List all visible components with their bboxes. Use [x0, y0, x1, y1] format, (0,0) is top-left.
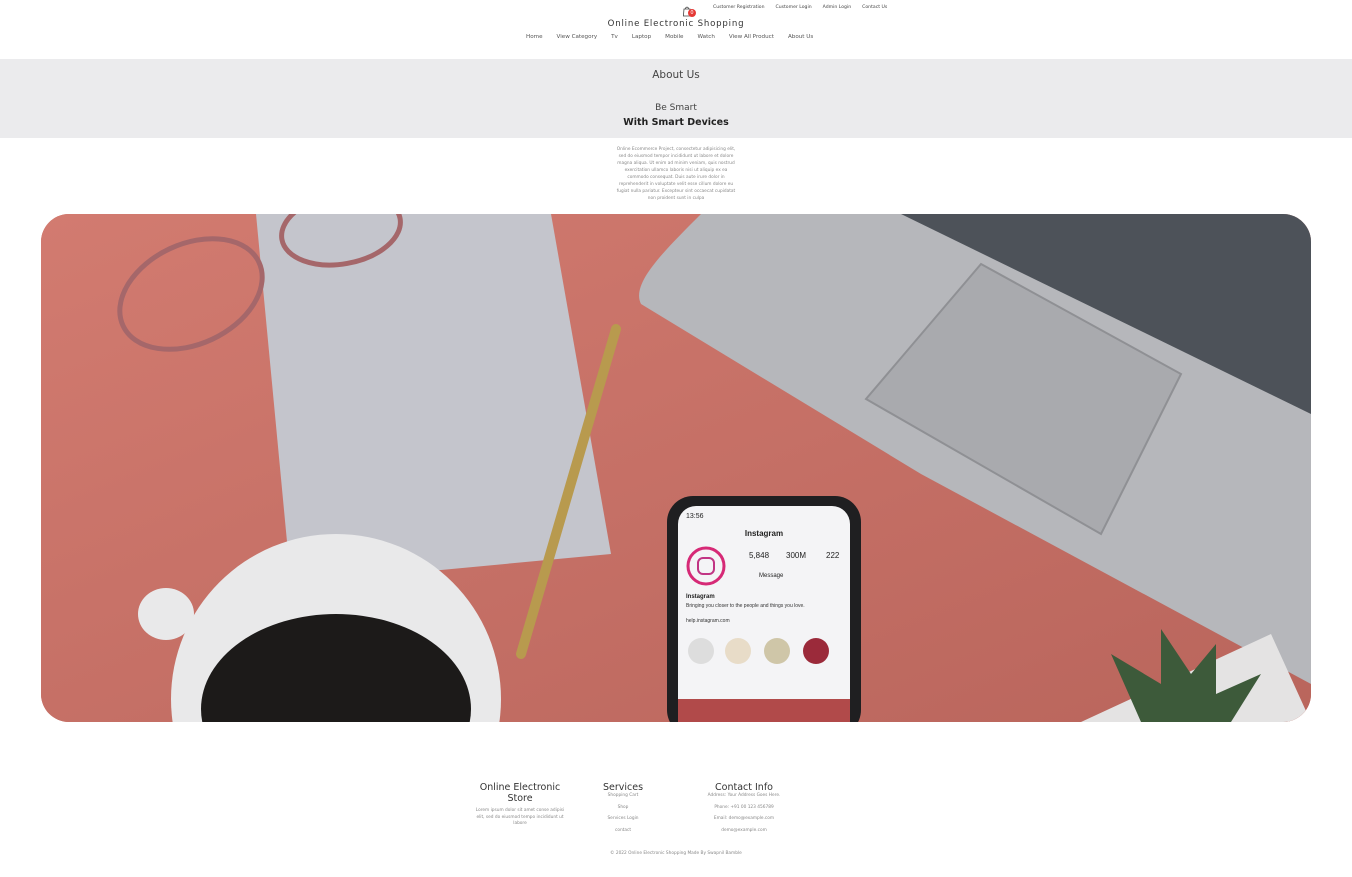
footer-link-contact[interactable]: contact	[598, 828, 648, 835]
footer-link-shopping-cart[interactable]: Shopping Cart	[598, 793, 648, 800]
nav-home[interactable]: Home	[526, 34, 543, 40]
phone-link: help.instagram.com	[686, 618, 730, 624]
nav-mobile[interactable]: Mobile	[665, 34, 683, 40]
nav-view-category[interactable]: View Category	[557, 34, 598, 40]
nav-tv[interactable]: Tv	[611, 34, 618, 40]
phone-following: 222	[826, 551, 840, 560]
phone-followers: 300M	[786, 551, 806, 560]
footer-contact: Contact Info Address: Your Address Goes …	[700, 782, 788, 834]
phone-profile-name: Instagram	[686, 594, 715, 600]
copyright: © 2022 Online Electronic Shopping Made B…	[610, 851, 742, 856]
phone-message-button: Message	[759, 573, 784, 579]
about-hero-image: 13:56 Instagram 5,848 300M 222 Message I…	[41, 214, 1311, 722]
footer-store-title: Online Electronic Store	[479, 782, 561, 804]
footer-phone[interactable]: Phone: +91 00 123 456789	[700, 805, 788, 812]
tagline-line-2: With Smart Devices	[623, 117, 729, 128]
footer-services-title: Services	[602, 782, 644, 793]
about-banner: About Us Be Smart With Smart Devices	[0, 59, 1352, 138]
nav-view-all-product[interactable]: View All Product	[729, 34, 774, 40]
footer-store-text: Lorem ipsum dolor sit amet conse adipisi…	[475, 808, 565, 826]
footer-email[interactable]: Email: demo@example.com	[700, 816, 788, 823]
tagline-line-1: Be Smart	[655, 103, 697, 113]
customer-registration-link[interactable]: Customer Registration	[713, 5, 764, 10]
phone-time: 13:56	[686, 513, 704, 520]
admin-login-link[interactable]: Admin Login	[823, 5, 852, 10]
footer-address: Address: Your Address Goes Here.	[707, 793, 781, 798]
top-bar: 0 Customer Registration Customer Login A…	[0, 0, 1352, 17]
phone-bio: Bringing you closer to the people and th…	[686, 603, 805, 609]
footer-contact-title: Contact Info	[715, 782, 773, 793]
footer-store: Online Electronic Store Lorem ipsum dolo…	[475, 782, 565, 828]
site-brand[interactable]: Online Electronic Shopping	[0, 19, 1352, 29]
nav-laptop[interactable]: Laptop	[632, 34, 651, 40]
footer-email-alt[interactable]: demo@example.com	[700, 828, 788, 835]
main-nav: Home View Category Tv Laptop Mobile Watc…	[526, 34, 813, 40]
cart-count-badge: 0	[688, 9, 696, 17]
contact-us-link[interactable]: Contact Us	[862, 5, 887, 10]
phone-app-title: Instagram	[745, 529, 783, 538]
about-description: Online Ecommerce Project, consectetur ad…	[616, 147, 736, 201]
footer-services: Services Shopping Cart Shop Services Log…	[598, 782, 648, 834]
page-title: About Us	[652, 69, 700, 81]
footer-link-shop[interactable]: Shop	[598, 805, 648, 812]
nav-about-us[interactable]: About Us	[788, 34, 813, 40]
top-links: Customer Registration Customer Login Adm…	[713, 5, 887, 10]
footer-link-services-login[interactable]: Services Login	[598, 816, 648, 823]
nav-watch[interactable]: Watch	[698, 34, 715, 40]
customer-login-link[interactable]: Customer Login	[775, 5, 811, 10]
phone-posts: 5,848	[749, 551, 770, 560]
